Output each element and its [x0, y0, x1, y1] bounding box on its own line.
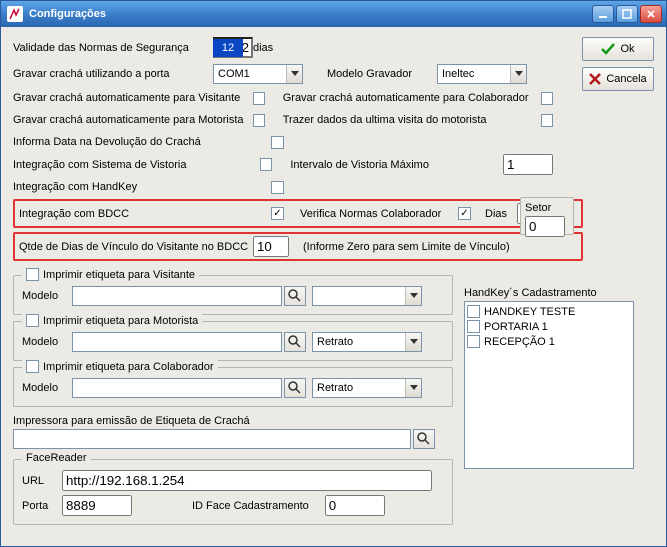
- etiqueta-visitante-label: Imprimir etiqueta para Visitante: [43, 269, 195, 281]
- motorista-orient-combo[interactable]: Retrato: [312, 332, 422, 352]
- handkey-item-checkbox[interactable]: [467, 305, 480, 318]
- facereader-porta-input[interactable]: [62, 495, 132, 516]
- chevron-down-icon: [405, 287, 421, 305]
- bdcc-qtde-label: Qtde de Dias de Vínculo do Visitante no …: [19, 241, 253, 253]
- facereader-idface-input[interactable]: [325, 495, 385, 516]
- close-button[interactable]: [640, 5, 662, 23]
- handkey-item-label: HANDKEY TESTE: [484, 306, 575, 318]
- chevron-down-icon: [286, 65, 302, 83]
- colab-modelo-combo[interactable]: [72, 378, 282, 398]
- intervalo-vistoria-label: Intervalo de Vistoria Máximo: [290, 159, 453, 171]
- porta-combo[interactable]: COM1: [213, 64, 303, 84]
- visitante-orient-combo[interactable]: [312, 286, 422, 306]
- validade-suffix: dias: [253, 42, 273, 54]
- auto-visitante-checkbox[interactable]: [253, 92, 265, 105]
- impressora-combo[interactable]: [13, 429, 411, 449]
- dias-label: Dias: [485, 208, 507, 220]
- modelo-label: Modelo: [22, 290, 72, 302]
- integ-handkey-checkbox[interactable]: [271, 181, 284, 194]
- window-title: Configurações: [29, 8, 592, 20]
- list-item: PORTARIA 1: [467, 319, 631, 334]
- modelo-gravador-label: Modelo Gravador: [327, 68, 437, 80]
- colab-orient-combo[interactable]: Retrato: [312, 378, 422, 398]
- auto-colab-checkbox[interactable]: [541, 92, 553, 105]
- etiqueta-visitante-checkbox[interactable]: [26, 268, 39, 281]
- verifica-normas-label: Verifica Normas Colaborador: [300, 208, 458, 220]
- setor-label: Setor: [525, 202, 569, 214]
- visitante-search-button[interactable]: [284, 286, 306, 306]
- search-icon: [288, 381, 302, 395]
- handkey-listbox[interactable]: HANDKEY TESTE PORTARIA 1 RECEPÇÃO 1: [464, 301, 634, 469]
- handkey-item-label: PORTARIA 1: [484, 321, 548, 333]
- modelo-gravador-combo[interactable]: Ineltec: [437, 64, 527, 84]
- integ-vistoria-label: Integração com Sistema de Vistoria: [13, 159, 260, 171]
- colab-orient-value: Retrato: [313, 382, 405, 394]
- bdcc-qtde-hint: (Informe Zero para sem Limite de Vínculo…: [303, 241, 510, 253]
- handkey-title: HandKey´s Cadastramento: [464, 287, 634, 299]
- intervalo-vistoria-input[interactable]: [503, 154, 553, 175]
- etiqueta-motorista-checkbox[interactable]: [26, 314, 39, 327]
- list-item: HANDKEY TESTE: [467, 304, 631, 319]
- validade-input[interactable]: [213, 37, 253, 58]
- maximize-button[interactable]: [616, 5, 638, 23]
- setor-input[interactable]: [525, 216, 565, 237]
- impressora-search-button[interactable]: [413, 429, 435, 449]
- chevron-down-icon: [405, 379, 421, 397]
- integ-bdcc-checkbox[interactable]: ✓: [271, 207, 284, 220]
- auto-motorista-checkbox[interactable]: [253, 114, 265, 127]
- visitante-modelo-combo[interactable]: [72, 286, 282, 306]
- ok-button[interactable]: Ok: [582, 37, 654, 61]
- facereader-url-input[interactable]: [62, 470, 432, 491]
- search-icon: [288, 289, 302, 303]
- facereader-title: FaceReader: [22, 452, 91, 464]
- facereader-idface-label: ID Face Cadastramento: [192, 500, 309, 512]
- verifica-normas-checkbox[interactable]: ✓: [458, 207, 471, 220]
- auto-colab-label: Gravar crachá automaticamente para Colab…: [283, 92, 541, 104]
- integ-bdcc-label: Integração com BDCC: [19, 208, 271, 220]
- facereader-porta-label: Porta: [22, 500, 62, 512]
- ok-label: Ok: [620, 43, 634, 55]
- trazer-dados-label: Trazer dados da ultima visita do motoris…: [283, 114, 541, 126]
- chevron-down-icon: [510, 65, 526, 83]
- auto-visitante-label: Gravar crachá automaticamente para Visit…: [13, 92, 253, 104]
- etiqueta-motorista-label: Imprimir etiqueta para Motorista: [43, 315, 198, 327]
- chevron-down-icon: [405, 333, 421, 351]
- handkey-item-checkbox[interactable]: [467, 335, 480, 348]
- motorista-modelo-combo[interactable]: [72, 332, 282, 352]
- colab-search-button[interactable]: [284, 378, 306, 398]
- search-icon: [288, 335, 302, 349]
- app-icon: [7, 6, 23, 22]
- trazer-dados-checkbox[interactable]: [541, 114, 553, 127]
- porta-value: COM1: [214, 68, 286, 80]
- etiqueta-colaborador-label: Imprimir etiqueta para Colaborador: [43, 361, 214, 373]
- list-item: RECEPÇÃO 1: [467, 334, 631, 349]
- bdcc-qtde-input[interactable]: [253, 236, 289, 257]
- modelo-label: Modelo: [22, 382, 72, 394]
- integ-vistoria-checkbox[interactable]: [260, 158, 273, 171]
- cancel-button[interactable]: Cancela: [582, 67, 654, 91]
- etiqueta-colaborador-checkbox[interactable]: [26, 360, 39, 373]
- handkey-item-label: RECEPÇÃO 1: [484, 336, 555, 348]
- integ-handkey-label: Integração com HandKey: [13, 181, 271, 193]
- motorista-orient-value: Retrato: [313, 336, 405, 348]
- impressora-label: Impressora para emissão de Etiqueta de C…: [13, 415, 453, 427]
- motorista-search-button[interactable]: [284, 332, 306, 352]
- handkey-item-checkbox[interactable]: [467, 320, 480, 333]
- informa-data-label: Informa Data na Devolução do Crachá: [13, 136, 271, 148]
- porta-label: Gravar crachá utilizando a porta: [13, 68, 213, 80]
- informa-data-checkbox[interactable]: [271, 136, 284, 149]
- auto-motorista-label: Gravar crachá automaticamente para Motor…: [13, 114, 253, 126]
- x-icon: [589, 73, 601, 85]
- facereader-url-label: URL: [22, 475, 62, 487]
- validade-label: Validade das Normas de Segurança: [13, 42, 213, 54]
- search-icon: [417, 432, 431, 446]
- minimize-button[interactable]: [592, 5, 614, 23]
- check-icon: [601, 43, 615, 55]
- modelo-label: Modelo: [22, 336, 72, 348]
- modelo-gravador-value: Ineltec: [438, 68, 510, 80]
- cancel-label: Cancela: [606, 73, 646, 85]
